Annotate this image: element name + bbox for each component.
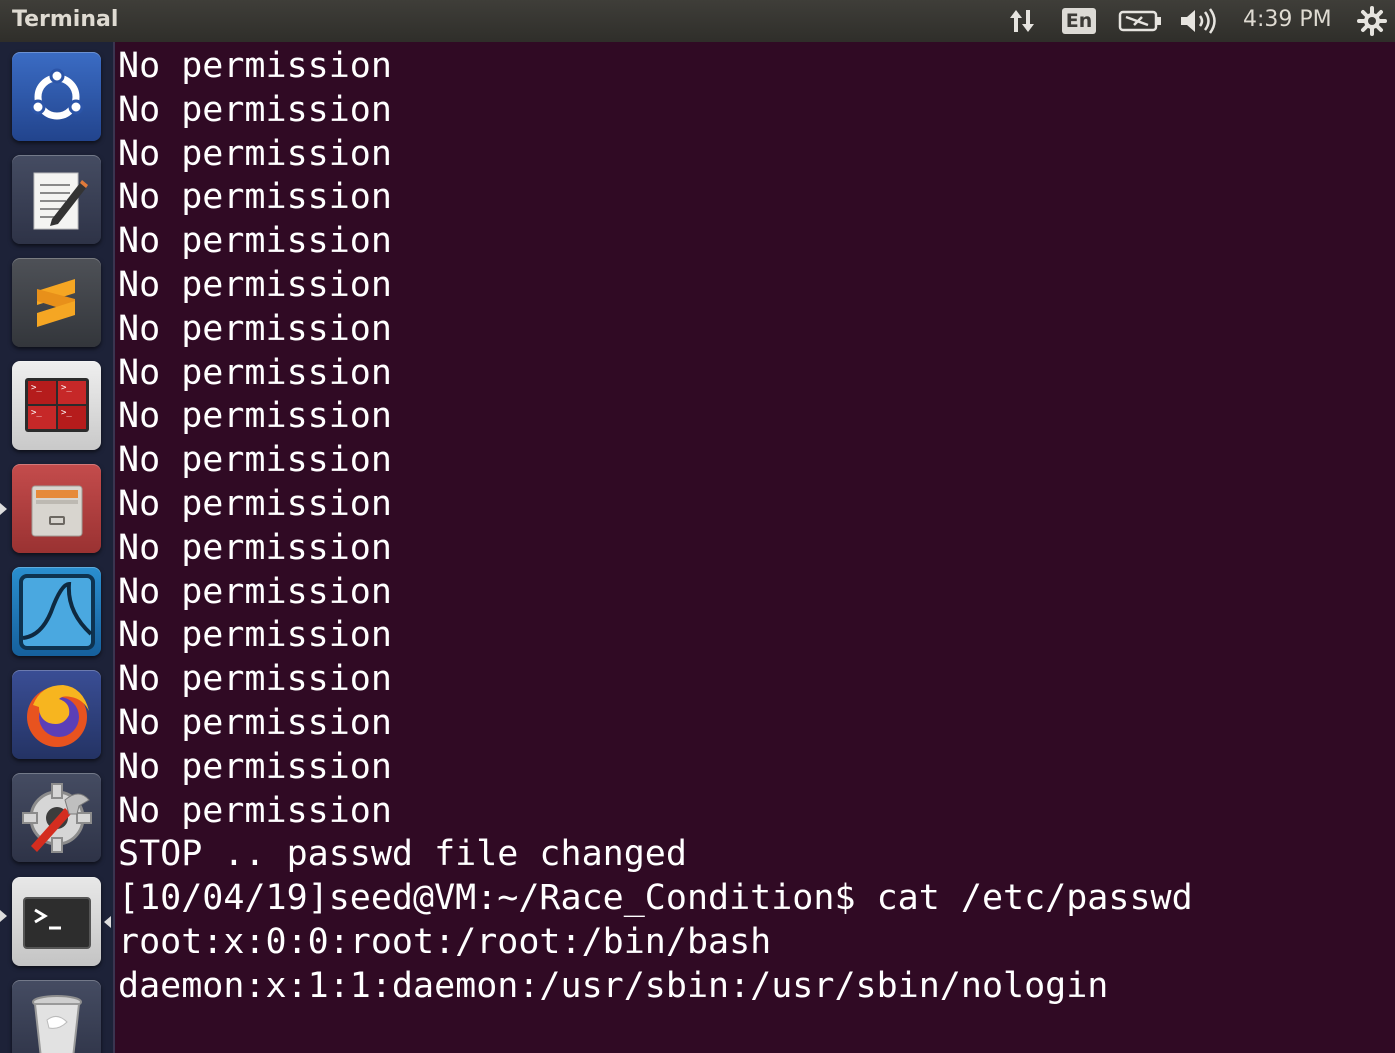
keyboard-layout-label: En bbox=[1061, 8, 1097, 34]
terminal-line: No permission bbox=[118, 702, 392, 743]
terminal-line: No permission bbox=[118, 352, 392, 393]
svg-text:>_: >_ bbox=[61, 408, 72, 418]
terminal-line: No permission bbox=[118, 746, 392, 787]
text-editor-icon bbox=[33, 172, 88, 229]
terminal-line: No permission bbox=[118, 527, 392, 568]
launcher-trash[interactable] bbox=[12, 980, 101, 1053]
terminal-prompt-icon bbox=[22, 896, 91, 949]
terminal-line: root:x:0:0:root:/root:/bin/bash bbox=[118, 921, 772, 962]
terminal-line: No permission bbox=[118, 790, 392, 831]
settings-wrench-icon bbox=[21, 782, 92, 853]
terminal-window[interactable]: No permission No permission No permission N… bbox=[115, 42, 1395, 1053]
svg-text:>_: >_ bbox=[31, 383, 42, 393]
ubuntu-logo-icon bbox=[30, 68, 83, 119]
network-updown-icon bbox=[1010, 10, 1034, 32]
terminal-line: No permission bbox=[118, 46, 392, 86]
terminal-line: No permission bbox=[118, 89, 392, 130]
launcher-terminator[interactable]: >_ >_ >_ >_ bbox=[12, 361, 101, 450]
wireshark-fin-icon bbox=[18, 573, 95, 650]
battery-indicator[interactable] bbox=[1115, 5, 1165, 37]
terminal-line: No permission bbox=[118, 396, 392, 437]
firefox-icon bbox=[26, 684, 89, 747]
network-indicator[interactable] bbox=[1004, 5, 1040, 37]
launcher-system-settings[interactable] bbox=[12, 773, 101, 862]
terminator-icon: >_ >_ >_ >_ bbox=[24, 377, 89, 432]
terminal-line: No permission bbox=[118, 308, 392, 349]
terminal-line: No permission bbox=[118, 440, 392, 481]
terminal-line: No permission bbox=[118, 177, 392, 218]
app-title: Terminal bbox=[12, 7, 119, 32]
terminal-prompt-line: [10/04/19]seed@VM:~/Race_Condition$ cat … bbox=[118, 878, 1193, 919]
svg-text:>_: >_ bbox=[61, 383, 72, 393]
running-indicator-files bbox=[0, 503, 7, 515]
top-panel: Terminal En 4:39 PM bbox=[0, 0, 1395, 42]
terminal-line: No permission bbox=[118, 659, 392, 700]
clock[interactable]: 4:39 PM bbox=[1243, 7, 1332, 32]
file-cabinet-icon bbox=[31, 485, 82, 536]
desktop-screen: Terminal En 4:39 PM >_ >_ >_ >_ No permi… bbox=[0, 0, 1395, 1053]
launcher-wireshark[interactable] bbox=[12, 567, 101, 656]
system-menu[interactable] bbox=[1354, 5, 1390, 37]
terminal-line: No permission bbox=[118, 133, 392, 174]
svg-text:>_: >_ bbox=[31, 408, 42, 418]
terminal-line: No permission bbox=[118, 264, 392, 305]
terminal-line: No permission bbox=[118, 571, 392, 612]
sublime-text-icon bbox=[36, 278, 75, 327]
terminal-line: STOP .. passwd file changed bbox=[118, 834, 687, 875]
gear-icon bbox=[1357, 6, 1387, 36]
terminal-output: No permission No permission No permission N… bbox=[118, 45, 1193, 1009]
terminal-line: daemon:x:1:1:daemon:/usr/sbin:/usr/sbin/… bbox=[118, 965, 1109, 1006]
launcher-terminal[interactable] bbox=[12, 877, 101, 966]
volume-icon bbox=[1181, 8, 1216, 34]
launcher-sublime-text[interactable] bbox=[12, 258, 101, 347]
launcher: >_ >_ >_ >_ bbox=[0, 42, 115, 1053]
keyboard-layout-indicator[interactable]: En bbox=[1061, 5, 1097, 37]
running-indicator-terminal bbox=[0, 910, 7, 922]
battery-charging-icon bbox=[1118, 10, 1161, 32]
terminal-line: No permission bbox=[118, 483, 392, 524]
launcher-text-editor[interactable] bbox=[12, 155, 101, 244]
launcher-firefox[interactable] bbox=[12, 670, 101, 759]
launcher-ubuntu-dash[interactable] bbox=[12, 52, 101, 141]
trash-icon bbox=[31, 994, 82, 1053]
focused-indicator-terminal bbox=[104, 916, 111, 928]
terminal-line: No permission bbox=[118, 221, 392, 262]
terminal-line: No permission bbox=[118, 615, 392, 656]
launcher-files[interactable] bbox=[12, 464, 101, 553]
sound-indicator[interactable] bbox=[1176, 5, 1220, 37]
